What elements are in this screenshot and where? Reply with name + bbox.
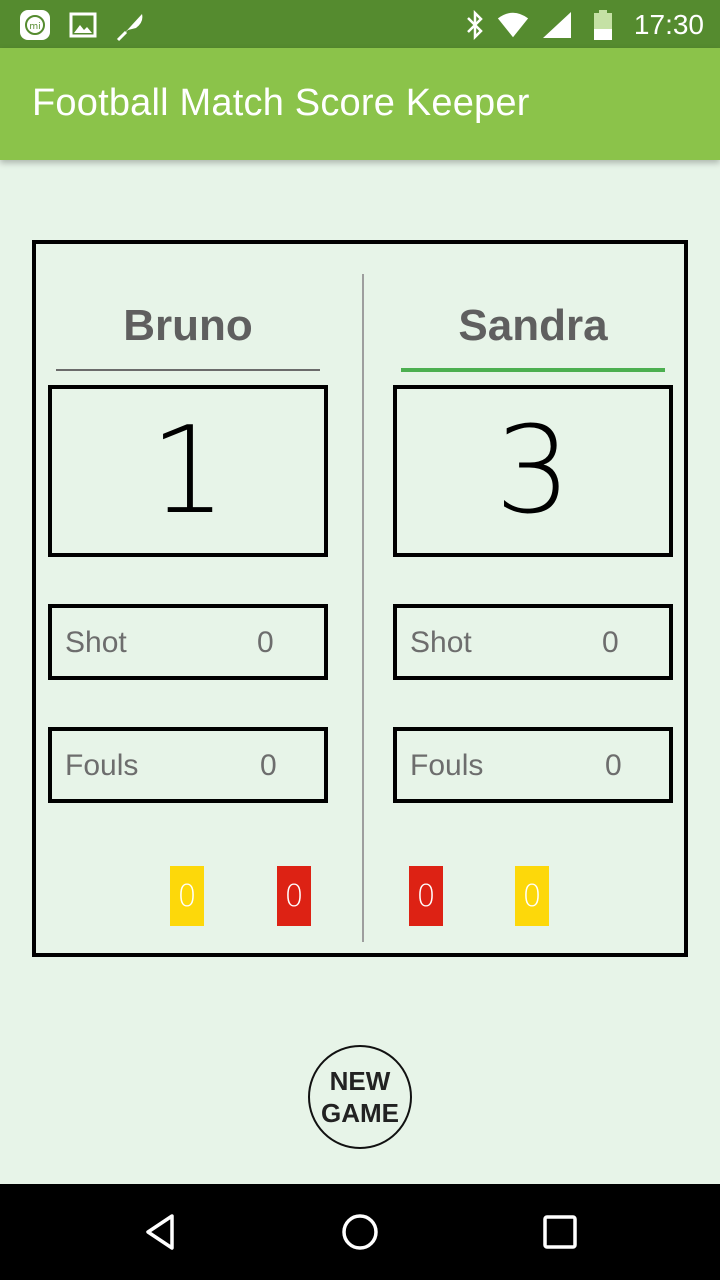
wifi-icon — [496, 8, 530, 42]
team-b-fouls-label: Fouls — [410, 749, 484, 782]
team-a-yellow-card[interactable]: 0 — [170, 866, 204, 926]
team-b-yellow-card[interactable]: 0 — [515, 866, 549, 926]
team-a-score: 1 — [149, 401, 227, 541]
team-b-score-box[interactable]: 3 — [393, 385, 673, 557]
team-b-name-underline — [401, 368, 665, 372]
team-b-red-card[interactable]: 0 — [409, 866, 443, 926]
team-a-panel: Bruno 1 Shot 0 Fouls 0 0 0 — [36, 244, 364, 953]
new-game-label-line1: NEW — [329, 1066, 391, 1096]
team-a-red-card[interactable]: 0 — [277, 866, 311, 926]
mi-icon: mi — [18, 8, 52, 42]
team-b-name[interactable]: Sandra — [401, 294, 665, 358]
team-b-fouls-button[interactable]: Fouls 0 — [393, 727, 673, 803]
team-a-name-underline — [56, 369, 320, 371]
team-b-shot-value: 0 — [602, 626, 619, 659]
team-a-fouls-value: 0 — [260, 749, 277, 782]
svg-text:mi: mi — [29, 22, 40, 32]
home-icon[interactable] — [336, 1208, 384, 1256]
feather-icon — [114, 8, 148, 42]
new-game-button[interactable]: NEW GAME — [308, 1045, 412, 1149]
bluetooth-icon — [458, 8, 492, 42]
scoreboard: Bruno 1 Shot 0 Fouls 0 0 0 Sandra 3 Shot… — [32, 240, 688, 957]
team-a-shot-value: 0 — [257, 626, 274, 659]
status-bar: mi 17:30 — [0, 0, 720, 48]
team-a-shot-button[interactable]: Shot 0 — [48, 604, 328, 680]
team-b-shot-label: Shot — [410, 626, 472, 659]
team-a-name[interactable]: Bruno — [56, 294, 320, 358]
new-game-label-line2: GAME — [321, 1098, 399, 1128]
team-a-shot-label: Shot — [65, 626, 127, 659]
navigation-bar — [0, 1184, 720, 1280]
recents-icon[interactable] — [536, 1208, 584, 1256]
back-icon[interactable] — [136, 1208, 184, 1256]
team-a-fouls-button[interactable]: Fouls 0 — [48, 727, 328, 803]
team-a-fouls-label: Fouls — [65, 749, 139, 782]
app-title: Football Match Score Keeper — [32, 82, 530, 124]
team-b-fouls-value: 0 — [605, 749, 622, 782]
app-bar: Football Match Score Keeper — [0, 48, 720, 160]
battery-icon — [586, 8, 620, 42]
team-b-shot-button[interactable]: Shot 0 — [393, 604, 673, 680]
team-b-score: 3 — [494, 401, 572, 541]
team-a-score-box[interactable]: 1 — [48, 385, 328, 557]
cell-signal-icon — [540, 8, 574, 42]
image-icon — [66, 8, 100, 42]
team-b-panel: Sandra 3 Shot 0 Fouls 0 0 0 — [364, 244, 692, 953]
status-time: 17:30 — [633, 9, 704, 40]
